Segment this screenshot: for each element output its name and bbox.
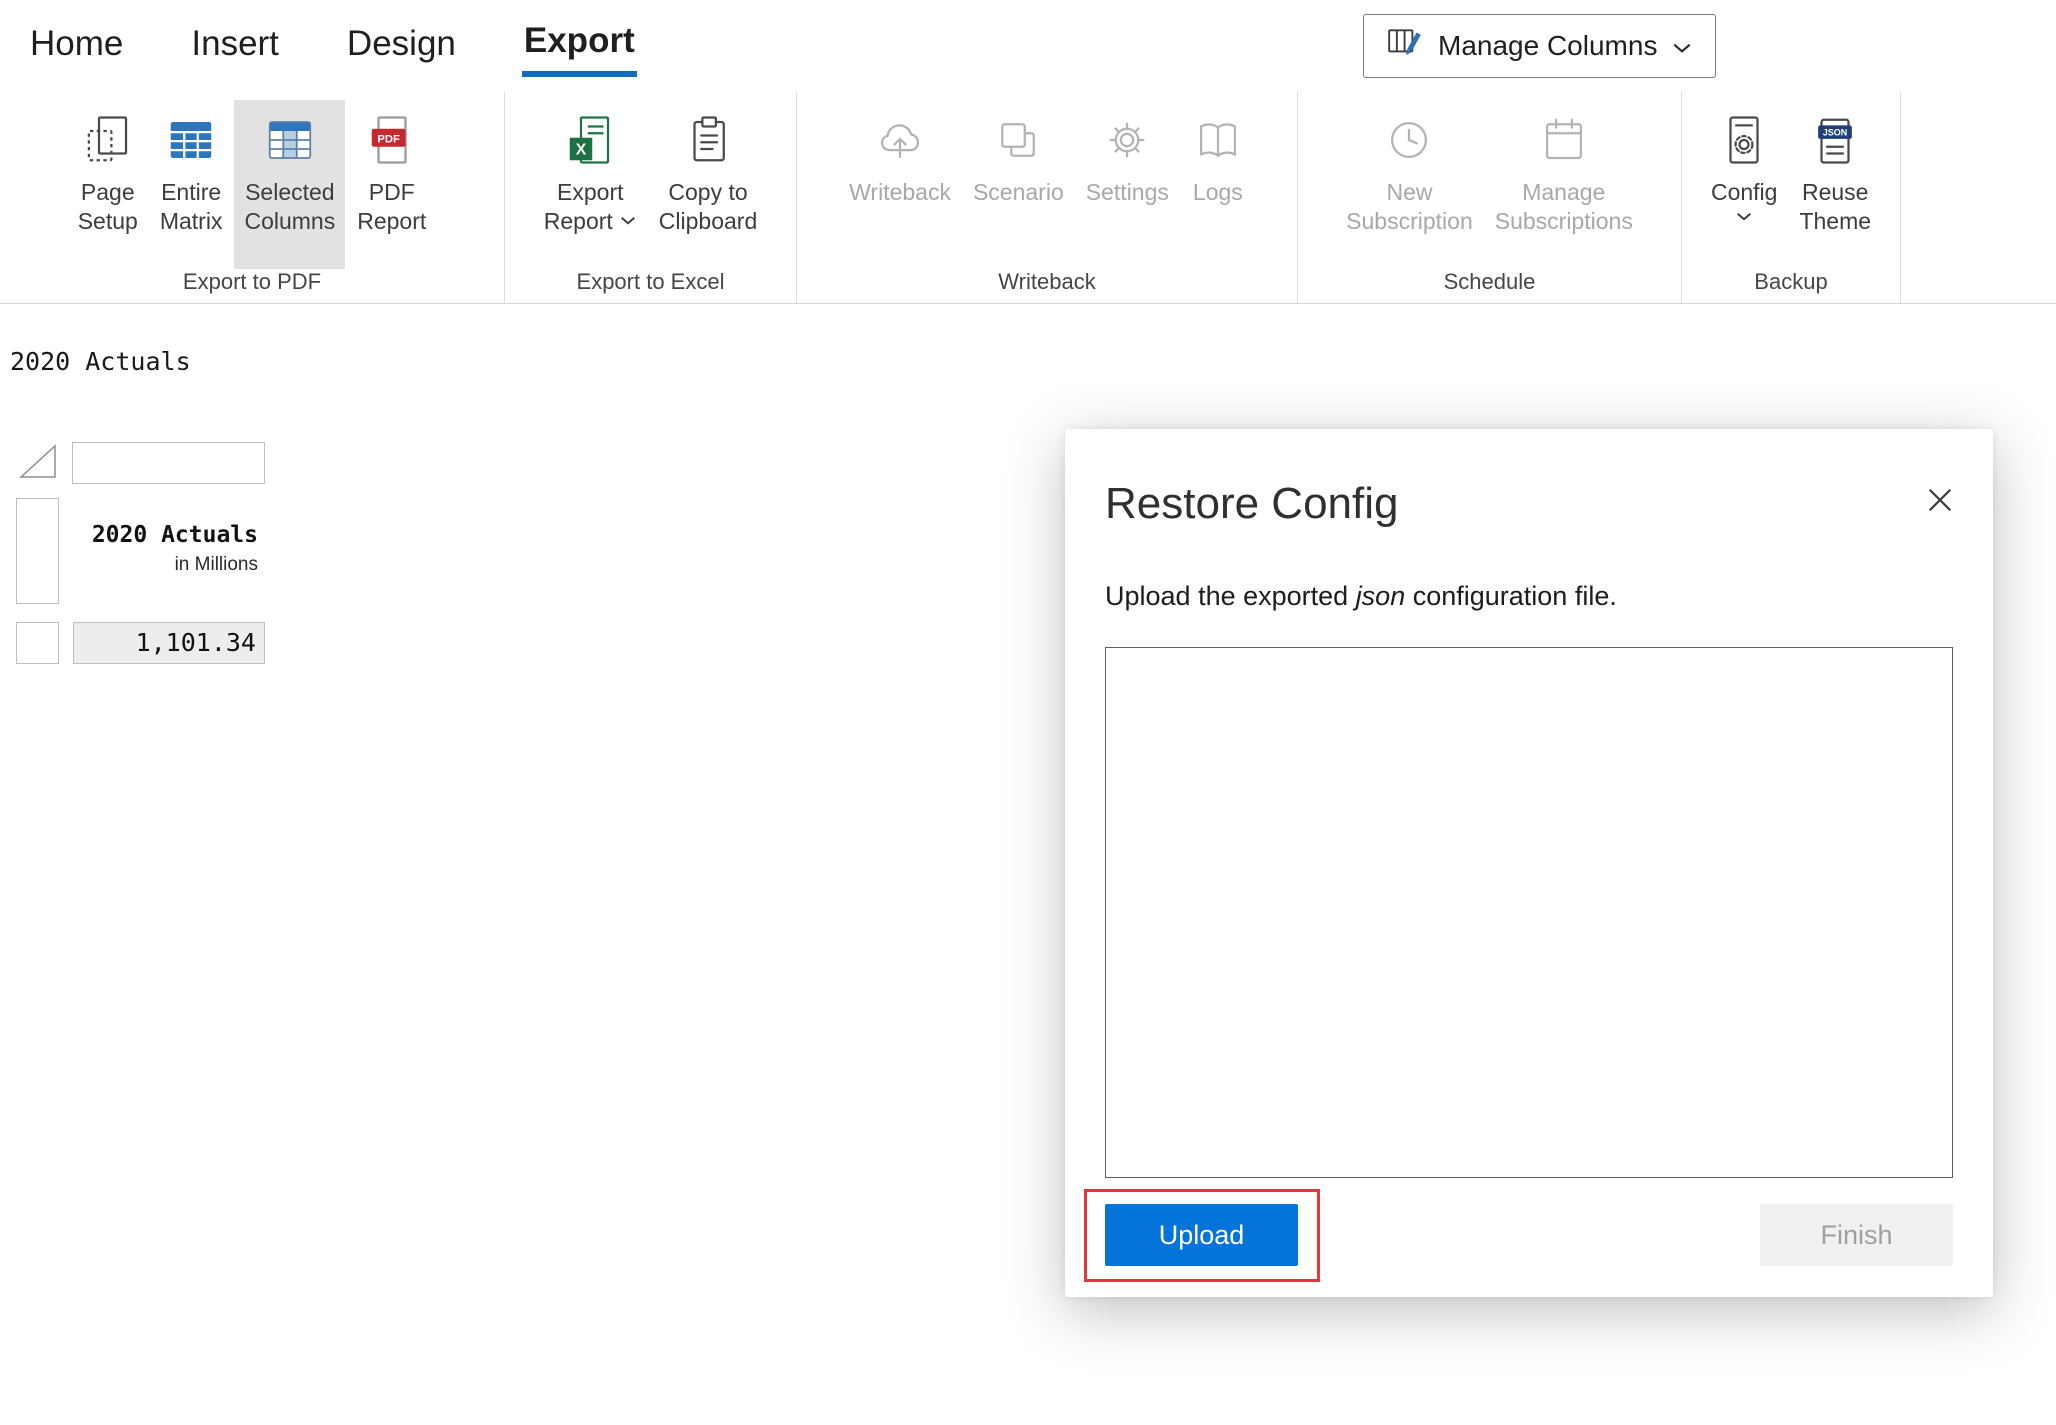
item-label: Export (557, 179, 623, 205)
ribbon-item-pdf-report[interactable]: PDF PDF Report (347, 100, 436, 269)
restore-config-dialog: Restore Config Upload the exported json … (1065, 429, 1993, 1297)
matrix-title: 2020 Actuals (10, 347, 191, 376)
item-label: Setup (78, 208, 138, 234)
item-label: Subscription (1346, 208, 1473, 234)
close-icon[interactable] (1921, 481, 1959, 524)
tab-export[interactable]: Export (522, 15, 637, 77)
group-label-backup: Backup (1682, 269, 1900, 303)
ribbon-item-page-setup[interactable]: Page Setup (68, 100, 148, 269)
manage-columns-label: Manage Columns (1438, 30, 1657, 62)
dialog-instruction-text: Upload the exported json configuration f… (1105, 581, 1617, 612)
ribbon-item-copy-to-clipboard[interactable]: Copy to Clipboard (649, 100, 767, 269)
ribbon-item-manage-subscriptions: Manage Subscriptions (1485, 100, 1643, 269)
matrix-row-cell[interactable] (16, 622, 59, 664)
item-label: Theme (1799, 208, 1871, 234)
tab-design[interactable]: Design (345, 18, 458, 74)
item-label: PDF (369, 179, 415, 205)
item-label: Writeback (849, 179, 951, 205)
item-label: Selected (245, 179, 335, 205)
dialog-title: Restore Config (1105, 479, 1398, 529)
ribbon-item-logs: Logs (1181, 100, 1255, 269)
matrix-corner-triangle-icon[interactable] (16, 440, 60, 487)
group-label-export-to-excel: Export to Excel (505, 269, 796, 303)
group-label-export-to-pdf: Export to PDF (0, 269, 504, 303)
matrix-row-header-cell[interactable] (16, 498, 59, 604)
chevron-down-icon (1671, 30, 1693, 62)
item-label: Scenario (973, 179, 1064, 205)
json-word: json (1356, 581, 1406, 611)
scenario-layers-icon (991, 110, 1045, 170)
chevron-down-icon (619, 215, 637, 226)
excel-export-icon: X (563, 110, 617, 170)
matrix-column-header-label: 2020 Actuals (72, 522, 258, 548)
page-setup-icon (81, 110, 135, 170)
ribbon-item-export-report[interactable]: X Export Report (534, 100, 647, 269)
selected-columns-icon (263, 110, 317, 170)
item-label: Report (357, 208, 426, 234)
ribbon-tabbar: Home Insert Design Export (0, 0, 2056, 92)
item-label: Logs (1193, 179, 1243, 205)
cloud-upload-icon (873, 110, 927, 170)
ribbon-item-config[interactable]: Config (1701, 100, 1787, 269)
ribbon-item-reuse-theme[interactable]: JSON Reuse Theme (1789, 100, 1881, 269)
config-file-dropzone[interactable] (1105, 647, 1953, 1178)
item-label: Manage (1522, 179, 1605, 205)
item-label: New (1386, 179, 1432, 205)
ribbon-item-scenario: Scenario (963, 100, 1074, 269)
matrix-header-empty-cell[interactable] (72, 442, 265, 484)
calendar-icon (1537, 110, 1591, 170)
item-label: Matrix (160, 208, 223, 234)
ribbon: Page Setup Entire Matrix (0, 92, 2056, 304)
item-label: Clipboard (659, 208, 757, 234)
ribbon-group-export-to-excel: X Export Report (505, 92, 797, 303)
upload-button[interactable]: Upload (1105, 1204, 1298, 1266)
svg-text:PDF: PDF (377, 133, 400, 145)
matrix-value-cell[interactable]: 1,101.34 (73, 622, 265, 664)
ribbon-group-writeback: Writeback Scenario (797, 92, 1298, 303)
item-label: Subscriptions (1495, 208, 1633, 234)
matrix-column-subheader-label: in Millions (72, 554, 258, 576)
svg-text:X: X (576, 142, 587, 159)
ribbon-item-entire-matrix[interactable]: Entire Matrix (150, 100, 233, 269)
item-label: Config (1711, 179, 1777, 205)
group-label-schedule: Schedule (1298, 269, 1681, 303)
ribbon-item-settings: Settings (1076, 100, 1179, 269)
ribbon-group-backup: Config JSON Reuse Theme (1682, 92, 1901, 303)
ribbon-item-new-subscription: New Subscription (1336, 100, 1483, 269)
item-label: Reuse (1802, 179, 1868, 205)
ribbon-group-export-to-pdf: Page Setup Entire Matrix (0, 92, 505, 303)
group-label-writeback: Writeback (797, 269, 1297, 303)
item-label: Columns (244, 208, 335, 234)
matrix-column-header[interactable]: 2020 Actuals in Millions (72, 522, 258, 576)
manage-columns-button[interactable]: Manage Columns (1363, 14, 1716, 78)
gear-icon (1100, 110, 1154, 170)
entire-matrix-icon (164, 110, 218, 170)
app-window: Home Insert Design Export Manage Columns (0, 0, 2056, 1425)
ribbon-item-selected-columns[interactable]: Selected Columns (234, 100, 345, 269)
svg-text:JSON: JSON (1823, 128, 1848, 138)
config-file-gear-icon (1717, 110, 1771, 170)
item-label: Copy to (668, 179, 747, 205)
tab-insert[interactable]: Insert (189, 18, 281, 74)
chevron-down-icon (1735, 209, 1753, 227)
item-label: Settings (1086, 179, 1169, 205)
item-label: Report (544, 207, 613, 236)
tab-home[interactable]: Home (28, 18, 125, 74)
manage-columns-icon (1386, 24, 1424, 69)
finish-button: Finish (1760, 1204, 1953, 1266)
clock-icon (1382, 110, 1436, 170)
logs-book-icon (1191, 110, 1245, 170)
pdf-file-icon: PDF (365, 110, 419, 170)
ribbon-group-schedule: New Subscription Manage Subscriptions Sche… (1298, 92, 1682, 303)
item-label: Page (81, 179, 135, 205)
clipboard-icon (681, 110, 735, 170)
item-label: Entire (161, 179, 221, 205)
json-file-icon: JSON (1808, 110, 1862, 170)
ribbon-item-writeback: Writeback (839, 100, 961, 269)
